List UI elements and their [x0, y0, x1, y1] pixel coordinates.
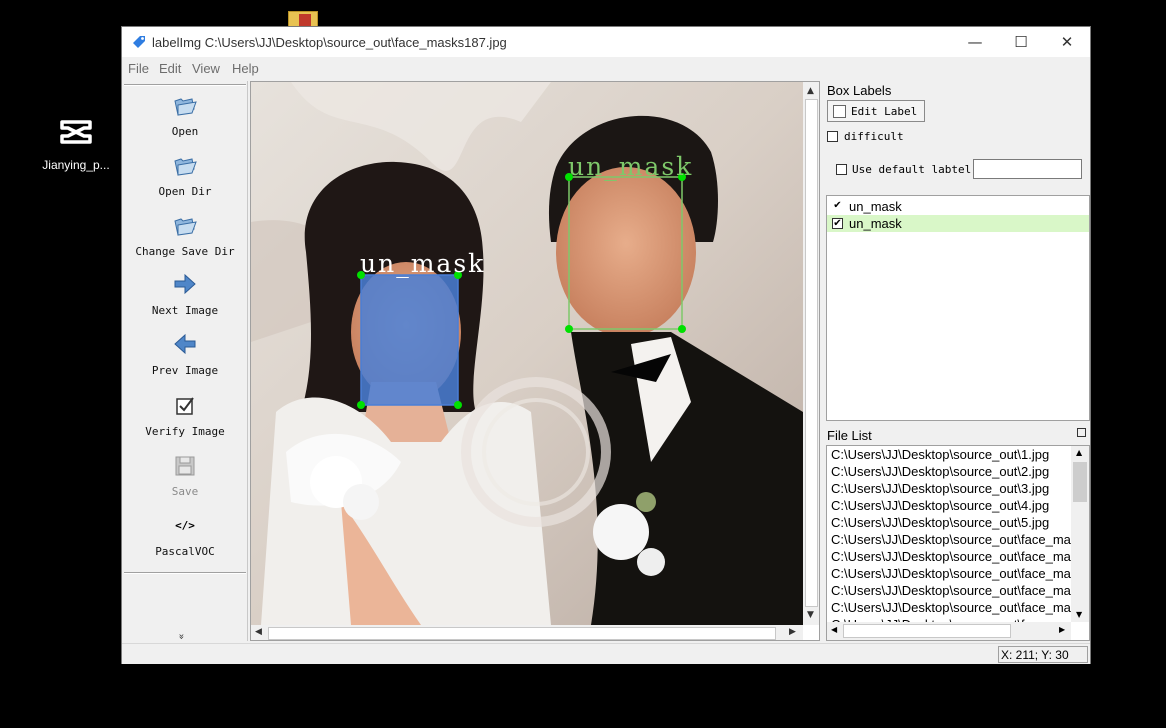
toolbar-divider	[124, 572, 246, 574]
checkbox-checked-icon[interactable]: ✔	[832, 218, 843, 229]
scroll-thumb[interactable]	[268, 627, 776, 640]
file-list-title: File List	[827, 428, 872, 443]
bbox-label-green: un_mask	[568, 152, 694, 181]
default-label-input[interactable]	[973, 159, 1082, 179]
folder-open-icon	[172, 213, 198, 239]
label-list-item-selected[interactable]: ✔ un_mask	[827, 215, 1089, 232]
image-canvas[interactable]: un_mask un_mask ▲ ▼ ◀ ▶	[250, 81, 820, 641]
menu-view[interactable]: View	[192, 61, 220, 76]
menu-bar: File Edit View Help	[122, 57, 1090, 79]
capcut-icon	[56, 112, 96, 152]
file-list-item[interactable]: C:\Users\JJ\Desktop\source_out\4.jpg	[831, 498, 1071, 515]
canvas-vertical-scrollbar[interactable]: ▲ ▼	[803, 82, 819, 625]
box-labels-title: Box Labels	[827, 83, 892, 98]
file-list-horizontal-scrollbar[interactable]: ◀ ▶	[827, 622, 1071, 640]
close-button[interactable]: ✕	[1044, 27, 1090, 57]
labelimg-window: labelImg C:\Users\JJ\Desktop\source_out\…	[121, 26, 1091, 664]
file-list[interactable]: C:\Users\JJ\Desktop\source_out\1.jpg C:\…	[826, 445, 1090, 641]
desktop-app-label: Jianying_p...	[42, 158, 110, 172]
arrow-left-icon	[172, 332, 198, 358]
open-dir-label: Open Dir	[158, 185, 212, 198]
check-icon[interactable]: ✔	[832, 201, 843, 212]
scroll-thumb[interactable]	[1073, 462, 1087, 502]
file-list-item[interactable]: C:\Users\JJ\Desktop\source_out\3.jpg	[831, 481, 1071, 498]
file-list-item[interactable]: C:\Users\JJ\Desktop\source_out\face_mas	[831, 566, 1071, 583]
next-image-button[interactable]: Next Image	[122, 272, 248, 328]
file-list-item[interactable]: C:\Users\JJ\Desktop\source_out\1.jpg	[831, 447, 1071, 464]
edit-label-button[interactable]: Edit Label	[827, 100, 925, 122]
format-toggle-button[interactable]: </> PascalVOC	[122, 513, 248, 569]
menu-edit[interactable]: Edit	[159, 61, 181, 76]
file-list-item[interactable]: C:\Users\JJ\Desktop\source_out\face_mas	[831, 549, 1071, 566]
arrow-right-icon	[172, 272, 198, 298]
verify-image-button[interactable]: Verify Image	[122, 393, 248, 449]
scroll-down-icon[interactable]: ▼	[807, 610, 814, 620]
file-list-item[interactable]: C:\Users\JJ\Desktop\source_out\2.jpg	[831, 464, 1071, 481]
minimize-button[interactable]: —	[952, 27, 998, 57]
labelimg-app-icon	[131, 34, 147, 50]
change-save-dir-label: Change Save Dir	[135, 245, 235, 258]
scroll-thumb[interactable]	[843, 624, 1011, 638]
file-list-item[interactable]: C:\Users\JJ\Desktop\source_out\face_mas	[831, 583, 1071, 600]
toolbar: Open Open Dir Change Save Dir Next Image…	[122, 81, 248, 641]
checkbox-icon	[172, 393, 198, 419]
save-label: Save	[171, 485, 199, 498]
desktop-folder-icon[interactable]	[288, 11, 318, 28]
format-label: PascalVOC	[155, 545, 215, 558]
scroll-left-icon[interactable]: ◀	[831, 625, 837, 634]
code-icon: </>	[175, 519, 195, 532]
menu-file[interactable]: File	[128, 61, 149, 76]
right-panel: Box Labels Edit Label difficult Use defa…	[822, 81, 1090, 641]
next-image-label: Next Image	[151, 304, 219, 317]
change-save-dir-button[interactable]: Change Save Dir	[122, 213, 248, 269]
scroll-right-icon[interactable]: ▶	[1059, 625, 1065, 634]
file-list-item[interactable]: C:\Users\JJ\Desktop\source_out\5.jpg	[831, 515, 1071, 532]
label-item-text: un_mask	[849, 216, 902, 231]
title-bar[interactable]: labelImg C:\Users\JJ\Desktop\source_out\…	[122, 27, 1090, 57]
folder-open-icon	[172, 153, 198, 179]
label-list-item[interactable]: ✔ un_mask	[827, 198, 1089, 215]
prev-image-label: Prev Image	[151, 364, 219, 377]
undock-icon[interactable]	[1077, 428, 1086, 437]
pencil-icon	[833, 105, 846, 118]
scroll-up-icon[interactable]: ▲	[807, 86, 814, 96]
scroll-up-icon[interactable]: ▲	[1076, 448, 1082, 457]
edit-label-text: Edit Label	[851, 105, 918, 118]
photo: un_mask un_mask	[251, 82, 803, 625]
desktop-app-shortcut[interactable]: Jianying_p...	[36, 112, 116, 172]
save-button[interactable]: Save	[122, 453, 248, 509]
file-list-vertical-scrollbar[interactable]: ▲ ▼	[1071, 446, 1089, 622]
label-list[interactable]: ✔ un_mask ✔ un_mask	[826, 195, 1090, 421]
cursor-coordinates: X: 211; Y: 30	[998, 646, 1088, 663]
prev-image-button[interactable]: Prev Image	[122, 332, 248, 388]
scroll-right-icon[interactable]: ▶	[789, 627, 796, 637]
label-item-text: un_mask	[849, 199, 902, 214]
toolbar-more-chevron-icon[interactable]: »	[176, 633, 187, 639]
maximize-button[interactable]: ☐	[998, 27, 1044, 57]
open-dir-button[interactable]: Open Dir	[122, 153, 248, 209]
floppy-disk-icon	[172, 453, 198, 479]
verify-image-label: Verify Image	[145, 425, 225, 438]
use-default-label-text: Use default labtel	[852, 163, 972, 176]
bbox-label-blue: un_mask	[360, 249, 486, 278]
scroll-left-icon[interactable]: ◀	[255, 627, 262, 637]
difficult-checkbox[interactable]	[827, 131, 838, 142]
scroll-down-icon[interactable]: ▼	[1076, 610, 1082, 619]
open-button[interactable]: Open	[122, 93, 248, 149]
scroll-thumb[interactable]	[805, 99, 818, 607]
open-label: Open	[171, 125, 199, 138]
toolbar-divider	[124, 84, 246, 86]
use-default-label-checkbox[interactable]	[836, 164, 847, 175]
canvas-horizontal-scrollbar[interactable]: ◀ ▶	[251, 625, 803, 640]
menu-help[interactable]: Help	[232, 61, 259, 76]
window-title: labelImg C:\Users\JJ\Desktop\source_out\…	[152, 35, 507, 50]
file-list-item[interactable]: C:\Users\JJ\Desktop\source_out\face_mas	[831, 532, 1071, 549]
folder-open-icon	[172, 93, 198, 119]
file-list-item[interactable]: C:\Users\JJ\Desktop\source_out\face_mas	[831, 600, 1071, 617]
status-bar: X: 211; Y: 30	[122, 643, 1090, 664]
difficult-label: difficult	[844, 130, 904, 143]
